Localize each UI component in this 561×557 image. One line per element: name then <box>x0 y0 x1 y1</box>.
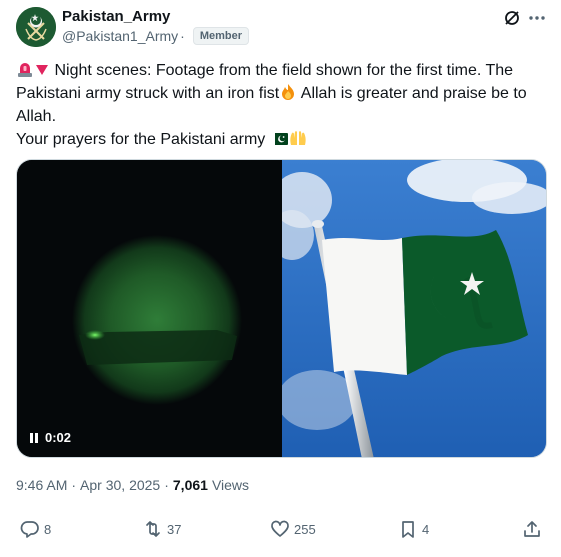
like-button[interactable]: 255 <box>270 519 316 539</box>
grok-icon[interactable] <box>502 8 522 28</box>
bookmark-button[interactable]: 4 <box>398 519 429 539</box>
author-name[interactable]: Pakistan_Army <box>62 8 170 25</box>
more-options-icon[interactable] <box>526 8 548 28</box>
member-badge[interactable]: Member <box>192 27 250 45</box>
author-meta: @Pakistan1_Army · Member <box>62 27 250 45</box>
action-bar: 8 37 255 4 <box>16 519 546 545</box>
share-icon <box>524 521 540 537</box>
night-video-thumbnail[interactable]: 0:02 <box>17 160 282 457</box>
video-time-label: 0:02 <box>45 430 72 445</box>
tweet-text: Night scenes: Footage from the field sho… <box>16 59 546 151</box>
raised-hands-icon <box>290 131 306 145</box>
tweet-line-3: Your prayers for the Pakistani army <box>16 131 266 148</box>
reply-icon <box>20 521 39 538</box>
views-label: Views <box>211 477 250 493</box>
author-handle[interactable]: @Pakistan1_Army <box>62 28 178 44</box>
red-triangle-down-icon <box>36 65 48 75</box>
night-vision-image <box>17 160 282 457</box>
separator-dot: · <box>180 28 185 44</box>
repost-button[interactable]: 37 <box>143 519 181 539</box>
heart-icon <box>271 520 289 537</box>
bookmark-icon <box>402 521 414 538</box>
tweet-date[interactable]: Apr 30, 2025 <box>80 477 160 493</box>
tweet-media[interactable]: 0:02 <box>16 159 547 458</box>
repost-count: 37 <box>167 521 182 537</box>
like-count: 255 <box>294 521 316 537</box>
meta-dot: · <box>71 477 77 493</box>
pakistan-flag-image <box>270 160 546 457</box>
army-crest-icon <box>16 7 56 47</box>
fire-icon <box>282 84 295 100</box>
reply-count: 8 <box>44 521 52 537</box>
pakistan-flag-icon <box>269 133 288 145</box>
tweet-time[interactable]: 9:46 AM <box>16 477 67 493</box>
tweet-meta: 9:46 AM · Apr 30, 2025 · 7,061 Views <box>16 477 249 493</box>
flag-image[interactable] <box>270 160 546 457</box>
views-count: 7,061 <box>172 477 208 493</box>
meta-dot-2: · <box>164 477 169 493</box>
avatar[interactable] <box>16 7 56 47</box>
pause-icon[interactable] <box>29 432 39 444</box>
bookmark-count: 4 <box>422 521 430 537</box>
repost-icon <box>146 521 160 537</box>
rotating-light-icon <box>18 63 32 77</box>
share-button[interactable] <box>522 519 542 539</box>
video-timestamp[interactable]: 0:02 <box>29 430 71 445</box>
reply-button[interactable]: 8 <box>20 519 51 539</box>
